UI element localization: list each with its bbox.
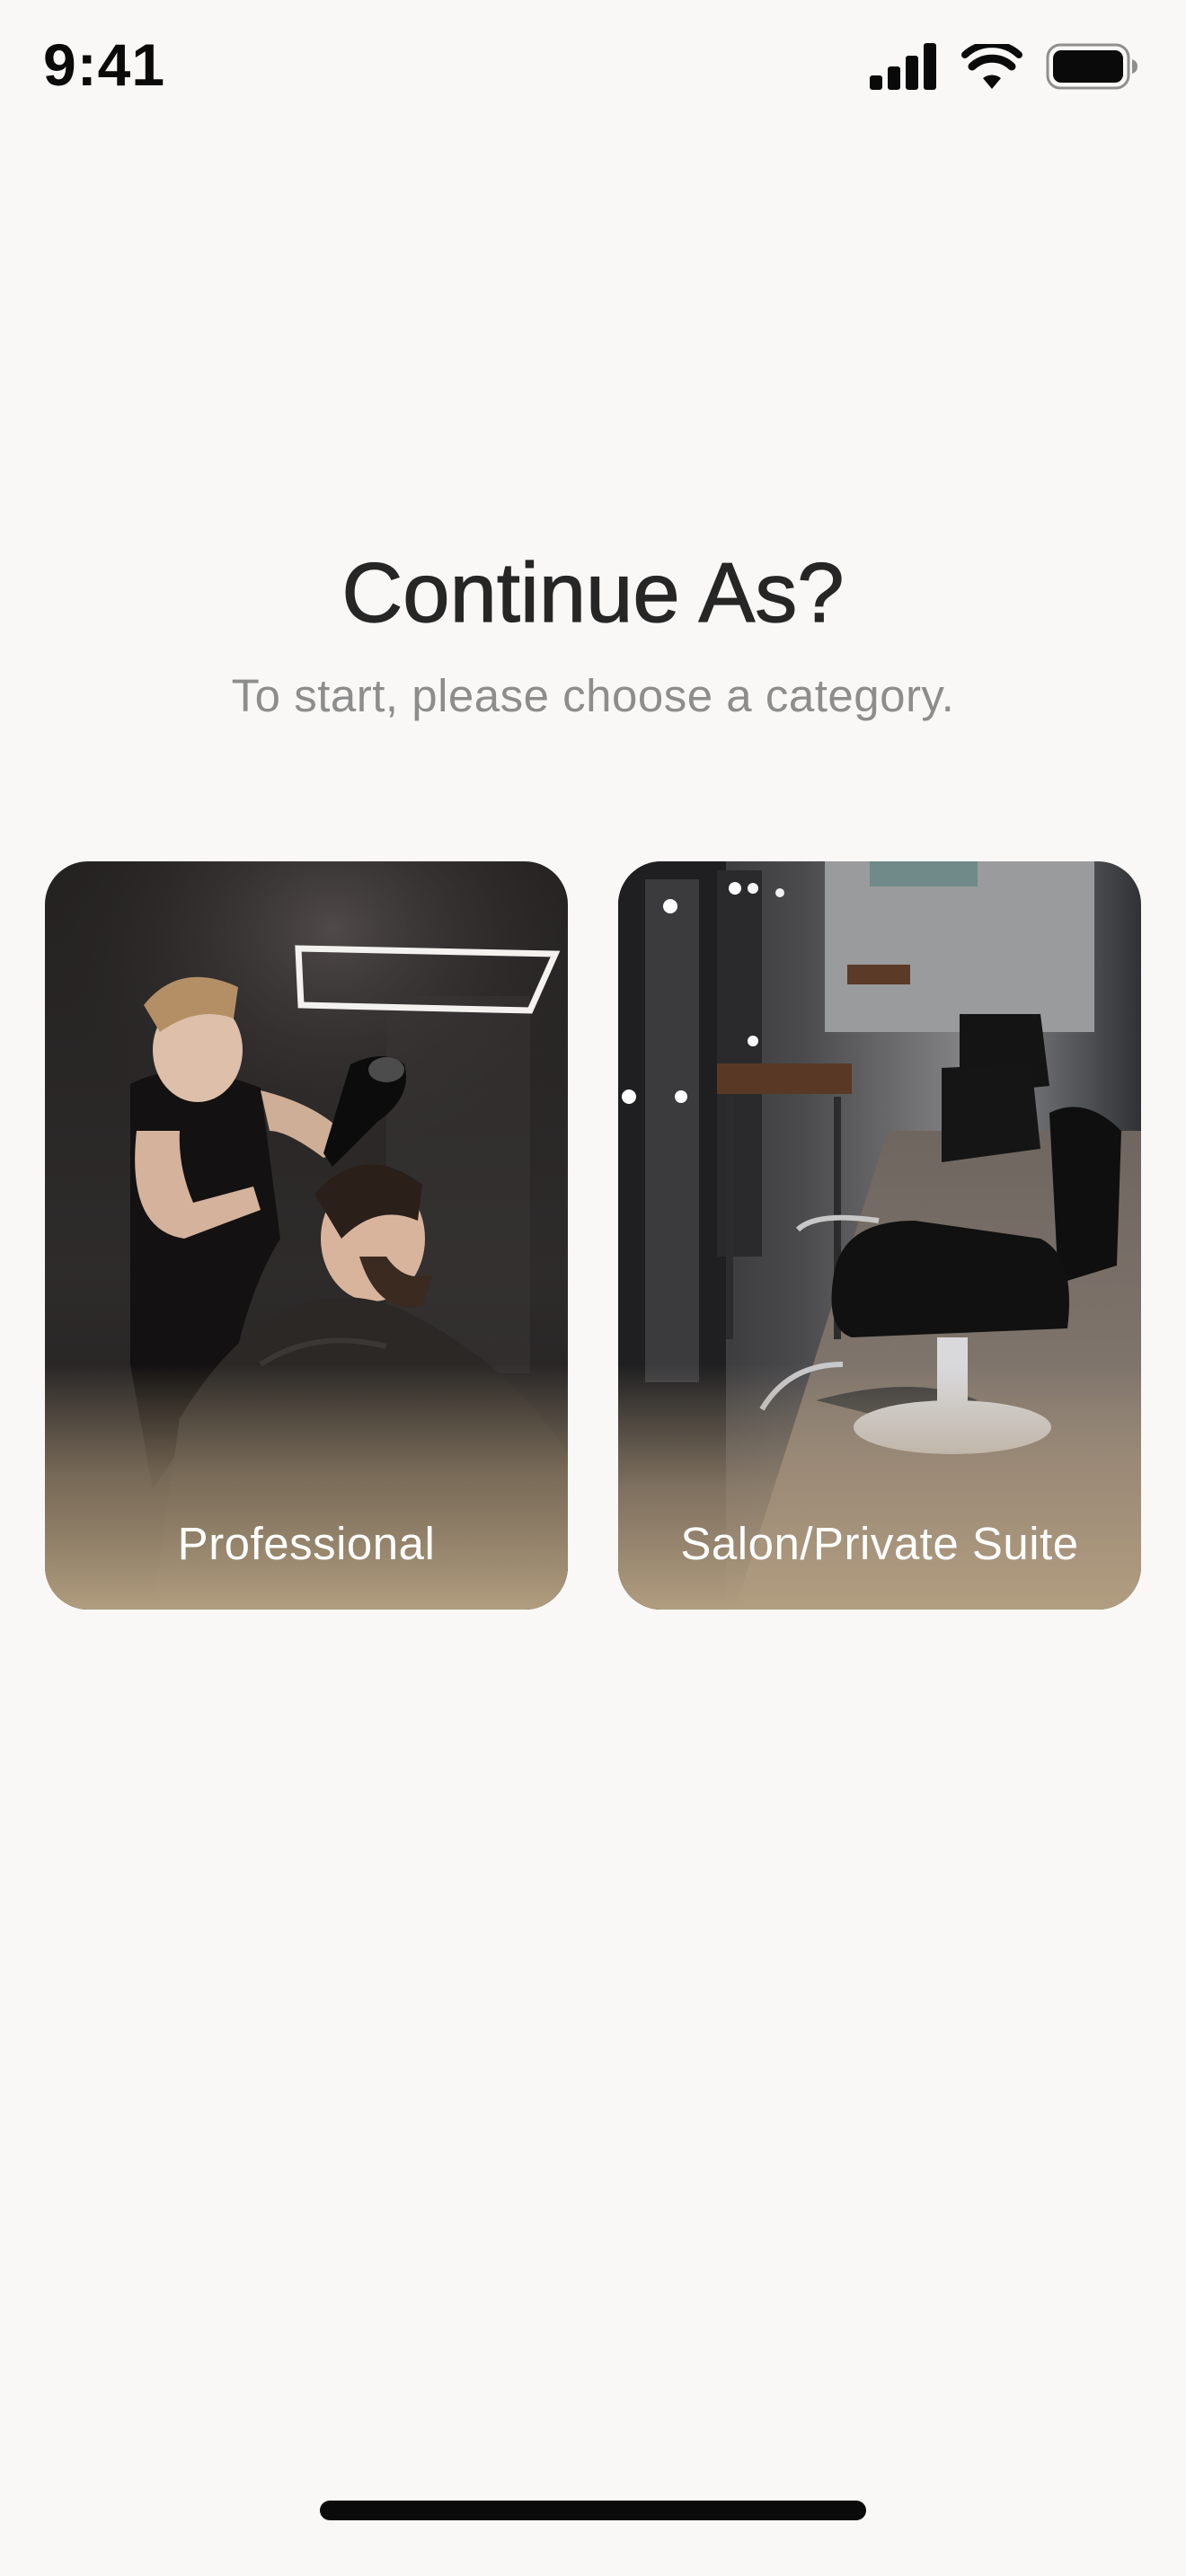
home-indicator [320,2501,866,2520]
page-title: Continue As? [341,544,845,640]
category-card-professional[interactable]: Professional [45,861,568,1610]
status-time: 9:41 [43,31,166,98]
wifi-icon [961,44,1022,89]
category-label: Professional [177,1518,436,1569]
status-bar: 9:41 [0,0,1186,135]
status-icons [870,41,1139,92]
salon-chairs-photo [618,861,1141,1610]
cellular-signal-icon [870,43,936,90]
category-label: Salon/Private Suite [680,1518,1079,1569]
category-card-salon-private-suite[interactable]: Salon/Private Suite [618,861,1141,1610]
page-subtitle: To start, please choose a category. [231,670,955,721]
barber-styling-client-photo [45,861,568,1610]
battery-icon [1046,43,1137,90]
